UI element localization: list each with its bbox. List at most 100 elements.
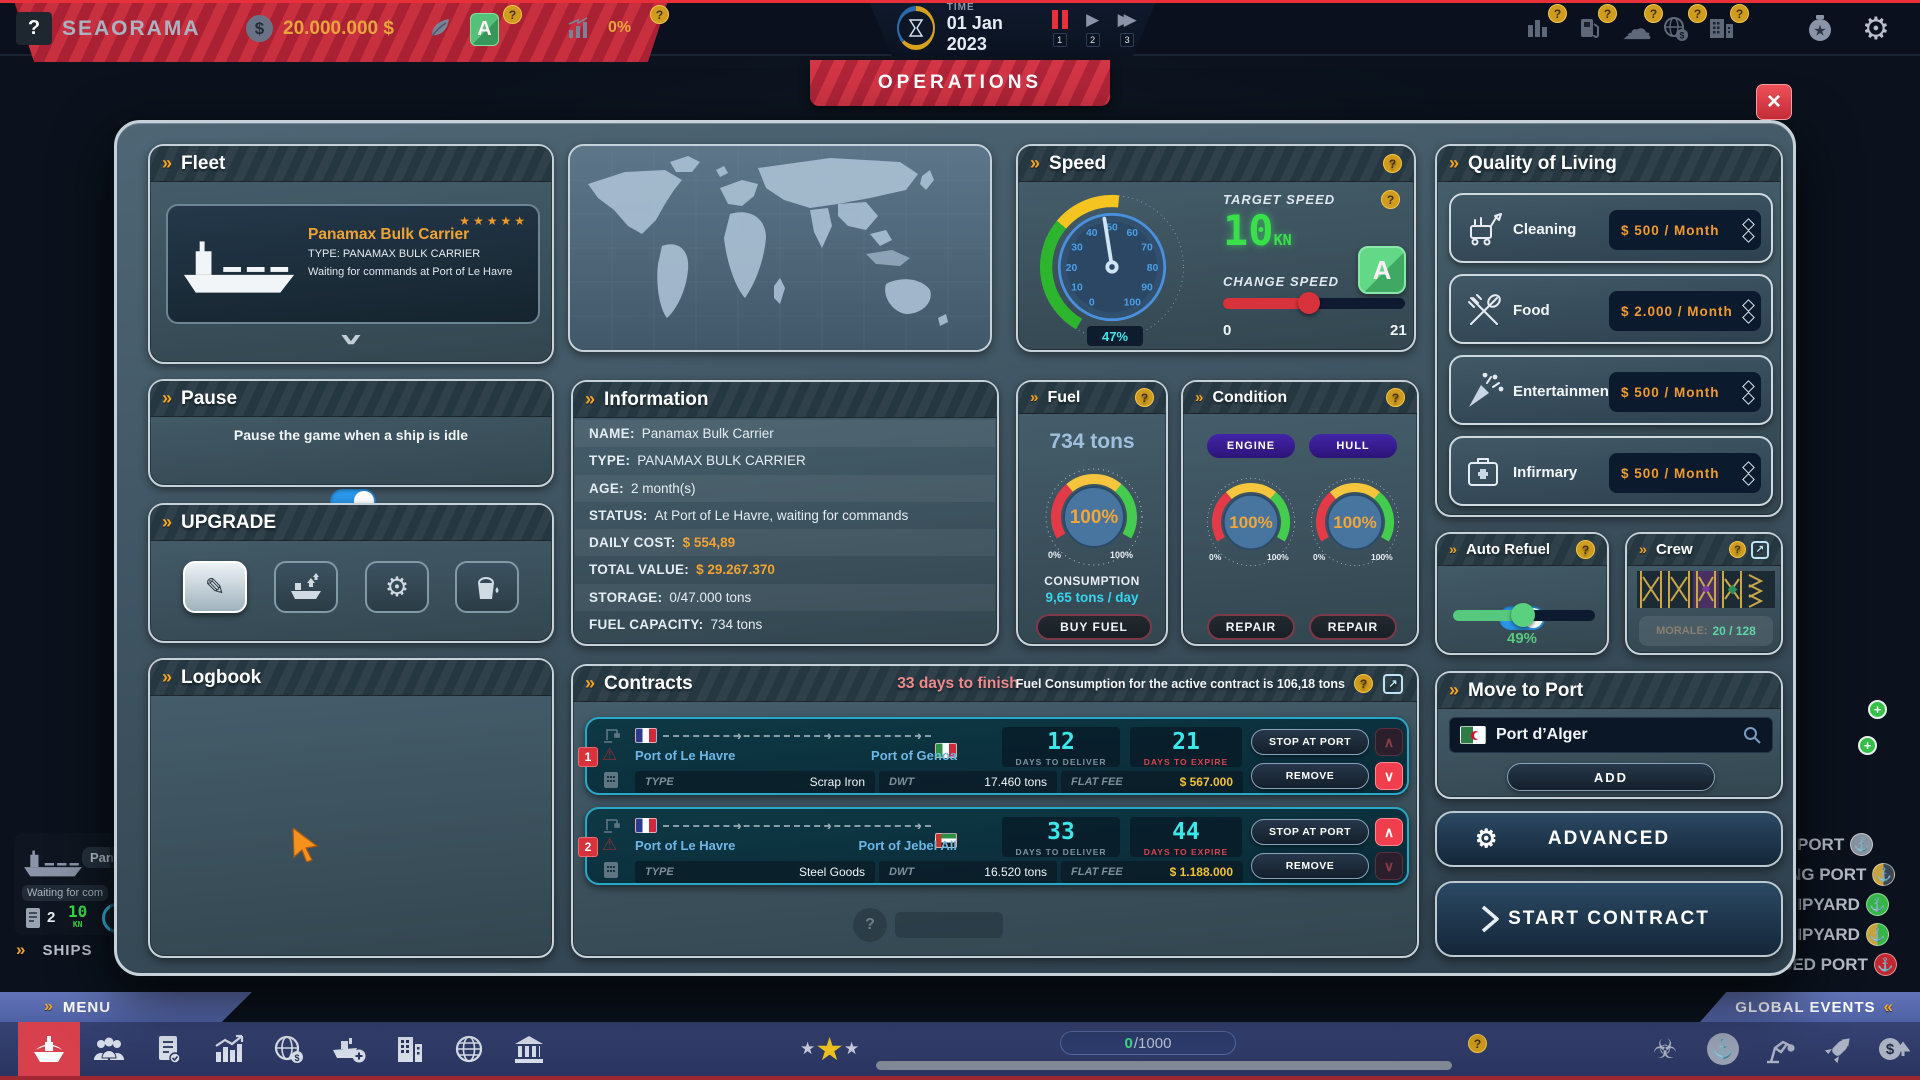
taskbar-contracts-icon[interactable]	[140, 1022, 198, 1076]
fast-speed-button[interactable]: ▶▶ 3	[1118, 10, 1137, 47]
info-row-name: NAME: Panamax Bulk Carrier	[575, 420, 995, 448]
taskbar-world-market-icon[interactable]: $	[260, 1022, 318, 1076]
close-button[interactable]: ×	[1756, 84, 1792, 120]
help-button[interactable]: ?	[16, 12, 52, 45]
rename-ship-button[interactable]: ✎	[183, 561, 247, 613]
contracts-external-link-icon[interactable]: ↗	[1383, 673, 1403, 694]
crew-help-badge[interactable]: ?	[1729, 541, 1746, 558]
ship-name: Panamax Bulk Carrier	[308, 226, 470, 243]
pause-speed-button[interactable]: 1	[1051, 9, 1068, 47]
stepper-icon[interactable]	[1742, 298, 1755, 324]
upgrade-ship-button[interactable]	[274, 561, 338, 613]
settings-gear-icon[interactable]: ⚙	[1862, 11, 1890, 47]
move-contract-down-button[interactable]: ∨	[1375, 762, 1403, 790]
qol-row-cleaning: Cleaning $ 500 / Month	[1449, 193, 1773, 263]
market-globe-help-badge[interactable]: ?	[1688, 4, 1707, 23]
stop-at-port-button[interactable]: STOP AT PORT	[1251, 819, 1369, 845]
play-speed-button[interactable]: ▶ 2	[1085, 10, 1100, 47]
speed-help-badge[interactable]: ?	[1383, 154, 1402, 173]
port-crane-icon	[604, 819, 620, 833]
fuel-help-badge[interactable]: ?	[1135, 388, 1154, 407]
stepper-icon[interactable]	[1742, 460, 1755, 486]
auto-refuel-slider[interactable]	[1453, 603, 1595, 627]
port-search-input[interactable]: Port d’Alger	[1449, 717, 1773, 753]
advanced-button[interactable]: ⚙ ADVANCED	[1435, 811, 1783, 867]
taskbar-finance-icon[interactable]	[200, 1022, 258, 1076]
repair-hull-button[interactable]: REPAIR	[1309, 614, 1397, 640]
start-contract-button[interactable]: START CONTRACT	[1435, 881, 1783, 957]
add-port-button[interactable]: ADD	[1507, 763, 1715, 791]
slider-knob[interactable]	[1297, 292, 1320, 314]
chevrons-icon: »	[585, 673, 596, 693]
legend-shipyard-2: HIPYARD ⚓	[1785, 923, 1889, 946]
crew-pattern	[1637, 571, 1775, 608]
fuel-help-badge[interactable]: ?	[1598, 4, 1617, 23]
market-help-badge[interactable]: ?	[650, 5, 669, 24]
weather-help-badge[interactable]: ?	[1644, 4, 1663, 23]
repair-engine-button[interactable]: REPAIR	[1207, 614, 1295, 640]
ports-anchor-icon[interactable]: ⚓	[1694, 1022, 1752, 1076]
map-marker-plus-icon-2[interactable]: +	[1858, 736, 1877, 755]
auto-refuel-help-badge[interactable]: ?	[1576, 540, 1595, 559]
engine-upgrade-button[interactable]: ⚙	[365, 561, 429, 613]
taskbar-crew-icon[interactable]	[80, 1022, 138, 1076]
food-cost-stepper[interactable]: $ 2.000 / Month	[1609, 291, 1761, 331]
svg-text:10: 10	[1071, 283, 1083, 294]
stepper-icon[interactable]	[1742, 379, 1755, 405]
auto-speed-button[interactable]: A	[1358, 246, 1406, 294]
contract-row-2[interactable]: 2 ⚠ › › › Port of Le Havre Port of Jebel…	[578, 807, 1409, 885]
shipyard-crane-icon[interactable]	[1752, 1022, 1810, 1076]
map-marker-plus-icon[interactable]: +	[1868, 700, 1887, 719]
entertainment-cost-stepper[interactable]: $ 500 / Month	[1609, 372, 1761, 412]
stop-at-port-button[interactable]: STOP AT PORT	[1251, 729, 1369, 755]
company-help-badge[interactable]: ?	[1730, 4, 1749, 23]
taskbar-buy-ship-icon[interactable]	[320, 1022, 378, 1076]
taskbar-bank-icon[interactable]	[500, 1022, 558, 1076]
achievements-icon[interactable]: ★	[1804, 12, 1836, 44]
statistics-help-badge[interactable]: ?	[1548, 4, 1567, 23]
chevron-down-icon: ∨	[337, 331, 365, 348]
condition-help-badge[interactable]: ?	[1386, 388, 1405, 407]
taskbar-world-icon[interactable]	[440, 1022, 498, 1076]
fleet-ship-card[interactable]: ★★★★★ Panamax Bulk Carrier TYPE: PANAMAX…	[166, 204, 540, 324]
taskbar-company-icon[interactable]	[380, 1022, 438, 1076]
shipyard-gold-anchor-icon: ⚓	[1865, 923, 1889, 946]
taskbar-ships-icon[interactable]	[20, 1022, 78, 1076]
legend-closed-port: SED PORT ⚓	[1781, 953, 1897, 976]
move-contract-down-button[interactable]: ∨	[1375, 852, 1403, 880]
crew-header: » Crew? ↗	[1627, 534, 1781, 566]
eco-help-badge[interactable]: ?	[503, 5, 522, 24]
mini-contract-icon	[26, 908, 40, 928]
buy-fuel-button[interactable]: BUY FUEL	[1036, 614, 1152, 640]
menu-bar[interactable]: » MENU	[0, 992, 252, 1022]
move-contract-up-button[interactable]: ∧	[1375, 818, 1403, 846]
world-market-icon[interactable]: $	[1662, 15, 1690, 43]
ships-section-toggle[interactable]: » SHIPS	[16, 940, 92, 960]
warning-icon: ⚠	[602, 745, 618, 764]
logbook-panel: » Logbook	[148, 658, 554, 958]
slider-knob[interactable]	[1510, 603, 1535, 627]
statistics-icon[interactable]	[1524, 15, 1550, 41]
target-speed-help-badge[interactable]: ?	[1381, 190, 1400, 209]
contract-row-1[interactable]: 1 ⚠ › › › Port of Le Havre Port of Genoa…	[578, 717, 1409, 795]
route-arrow-icon: ›	[917, 727, 922, 743]
world-map-panel[interactable]	[568, 144, 992, 352]
war-missile-icon[interactable]	[1810, 1022, 1868, 1076]
move-contract-up-button[interactable]: ∧	[1375, 728, 1403, 756]
pause-description: Pause the game when a ship is idle	[233, 427, 469, 443]
infirmary-cost-stepper[interactable]: $ 500 / Month	[1609, 453, 1761, 493]
crew-external-link-icon[interactable]: ↗	[1751, 540, 1769, 559]
change-speed-slider[interactable]	[1223, 292, 1405, 314]
remove-contract-button[interactable]: REMOVE	[1251, 853, 1369, 879]
disasters-biohazard-icon[interactable]: ☣	[1636, 1022, 1694, 1076]
global-events-bar[interactable]: GLOBAL EVENTS «	[1700, 992, 1920, 1022]
contracts-help-badge[interactable]: ?	[1354, 674, 1373, 693]
speed-title: Speed	[1049, 152, 1107, 174]
economy-up-icon[interactable]: $	[1864, 1022, 1920, 1076]
stepper-icon[interactable]	[1742, 217, 1755, 243]
eco-rating-badge[interactable]: A	[470, 13, 499, 46]
paint-ship-button[interactable]	[455, 561, 519, 613]
cleaning-cost-stepper[interactable]: $ 500 / Month	[1609, 210, 1761, 250]
progress-help-badge[interactable]: ?	[1468, 1034, 1487, 1053]
remove-contract-button[interactable]: REMOVE	[1251, 763, 1369, 789]
